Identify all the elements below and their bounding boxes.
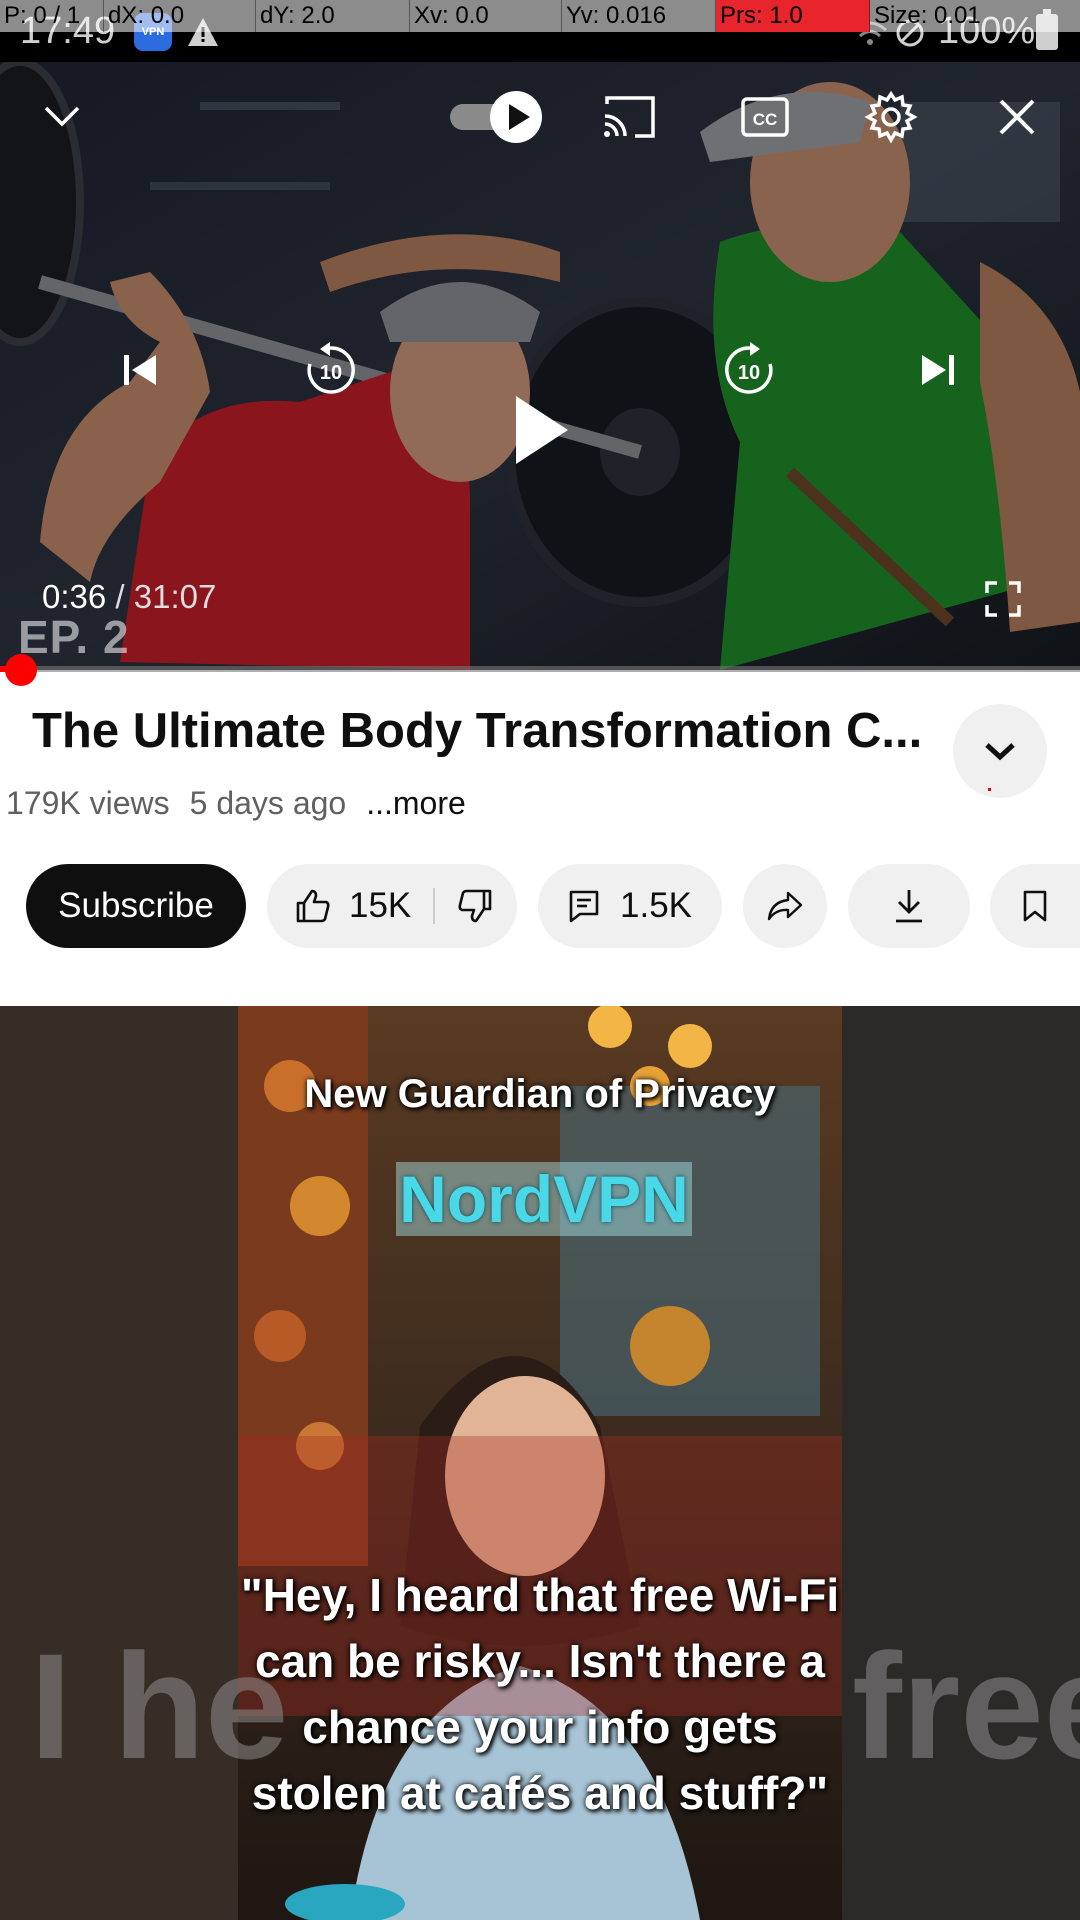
forward-button[interactable]: 10 bbox=[710, 330, 790, 410]
play-icon bbox=[516, 396, 568, 464]
next-button[interactable] bbox=[898, 330, 978, 410]
autoplay-toggle[interactable] bbox=[446, 82, 546, 152]
previous-icon bbox=[124, 355, 156, 385]
action-bar: Subscribe 15K 1.5K bbox=[0, 864, 1080, 948]
chevron-down-icon bbox=[985, 743, 1015, 761]
thumbnail-headline: New Guardian of Privacy bbox=[304, 1072, 776, 1116]
like-dislike-group: 15K bbox=[267, 864, 517, 948]
notification-dot bbox=[988, 788, 991, 791]
thumbs-down-icon bbox=[458, 889, 492, 923]
share-button[interactable] bbox=[743, 864, 827, 948]
debug-size: Size: 0.01 bbox=[874, 2, 981, 29]
thumbnail-brand: NordVPN bbox=[396, 1162, 692, 1236]
debug-pressure: Prs: 1.0 bbox=[716, 0, 870, 32]
forward-10-icon: 10 bbox=[725, 342, 773, 394]
like-count: 15K bbox=[349, 886, 412, 925]
comment-count: 1.5K bbox=[620, 886, 692, 925]
play-button[interactable] bbox=[500, 380, 580, 480]
settings-icon bbox=[864, 90, 918, 144]
captions-button[interactable]: CC bbox=[730, 86, 800, 148]
svg-text:CC: CC bbox=[753, 110, 778, 129]
download-icon bbox=[896, 890, 922, 923]
comment-icon bbox=[569, 890, 599, 923]
duration: 31:07 bbox=[133, 578, 217, 615]
screen: { "status_bar": { "time": "17:49", "vpn_… bbox=[0, 0, 1080, 1920]
share-icon bbox=[767, 891, 803, 921]
bookmark-icon bbox=[1023, 890, 1047, 922]
thumbnail-quote: "Hey, I heard that free Wi-Fi can be ris… bbox=[240, 1569, 840, 1819]
debug-xv: Xv: 0.0 bbox=[410, 0, 562, 32]
captions-icon: CC bbox=[741, 97, 789, 137]
debug-dx: dX: 0.0 bbox=[104, 0, 256, 32]
video-meta[interactable]: 179K views 5 days ago ...more bbox=[6, 785, 466, 822]
download-button[interactable] bbox=[848, 864, 970, 948]
settings-button[interactable] bbox=[856, 84, 926, 150]
debug-pointer: P: 0 / 1 bbox=[0, 0, 104, 32]
video-title[interactable]: The Ultimate Body Transformation C... bbox=[32, 703, 932, 759]
pointer-debug-overlay: P: 0 / 1 dX: 0.0 dY: 2.0 Xv: 0.0 Yv: 0.0… bbox=[0, 0, 1080, 32]
subscribe-button[interactable]: Subscribe bbox=[26, 864, 246, 948]
expand-description-button[interactable] bbox=[953, 704, 1047, 798]
close-button[interactable] bbox=[986, 86, 1048, 148]
dislike-button[interactable] bbox=[457, 888, 493, 924]
fullscreen-button[interactable] bbox=[978, 574, 1028, 624]
save-button[interactable] bbox=[990, 864, 1080, 948]
next-icon bbox=[922, 355, 954, 385]
episode-overlay-text: EP. 2 bbox=[18, 611, 130, 663]
cast-icon bbox=[604, 96, 655, 138]
video-player[interactable]: CC 10 10 0:36 / 31:07 EP. 2 bbox=[0, 62, 1080, 670]
upload-age: 5 days ago bbox=[189, 785, 347, 821]
autoplay-toggle-icon bbox=[450, 91, 542, 143]
more-link[interactable]: ...more bbox=[366, 785, 466, 822]
like-divider bbox=[433, 888, 436, 924]
comments-button[interactable]: 1.5K bbox=[538, 864, 722, 948]
rewind-seconds: 10 bbox=[320, 362, 342, 384]
cast-button[interactable] bbox=[594, 86, 664, 148]
background-text-right: free bbox=[852, 1622, 1080, 1790]
view-count: 179K views bbox=[6, 785, 170, 821]
like-button[interactable]: 15K bbox=[267, 886, 411, 926]
fullscreen-icon bbox=[985, 581, 1021, 617]
progress-bar[interactable] bbox=[0, 666, 1080, 672]
previous-button[interactable] bbox=[100, 330, 180, 410]
debug-dy: dY: 2.0 bbox=[256, 0, 410, 32]
thumbs-up-icon bbox=[296, 889, 330, 923]
collapse-icon bbox=[44, 106, 80, 127]
forward-seconds: 10 bbox=[738, 362, 760, 384]
debug-yv: Yv: 0.016 bbox=[562, 0, 716, 32]
rewind-10-icon: 10 bbox=[307, 342, 355, 394]
close-icon bbox=[999, 99, 1035, 135]
progress-scrubber[interactable] bbox=[4, 654, 37, 686]
collapse-button[interactable] bbox=[32, 86, 92, 146]
rewind-button[interactable]: 10 bbox=[290, 330, 370, 410]
